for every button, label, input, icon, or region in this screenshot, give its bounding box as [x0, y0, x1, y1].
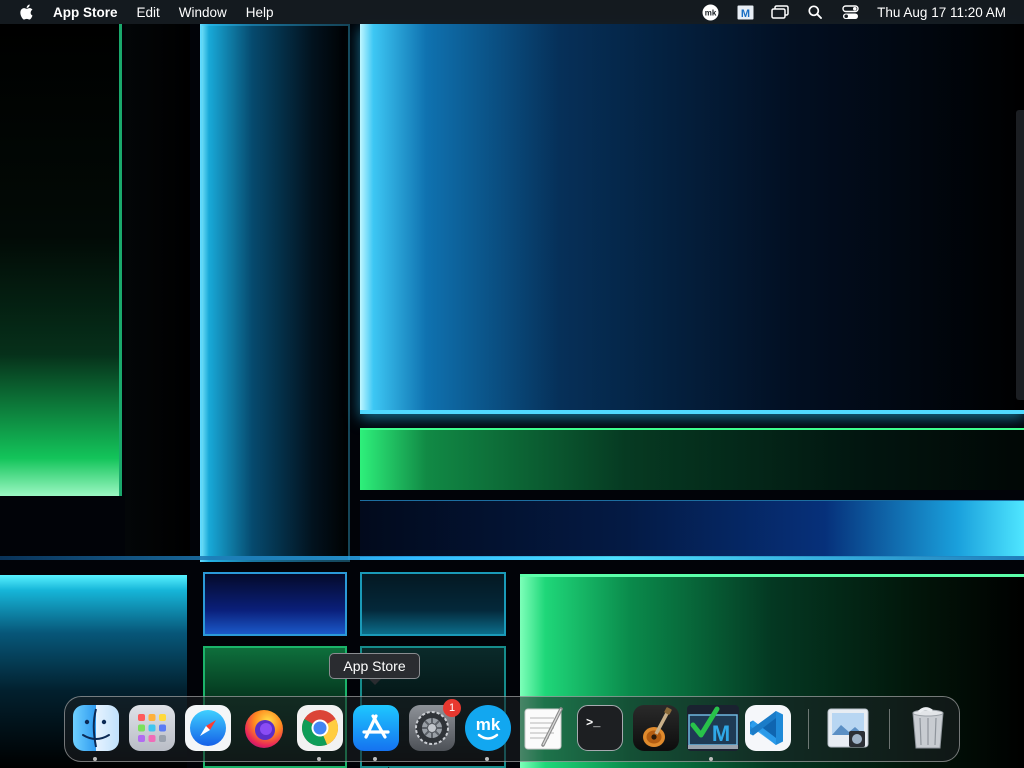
svg-text:>_: >_ [586, 716, 601, 730]
dock-item-app-store[interactable] [353, 705, 399, 751]
dock-item-vscode[interactable] [745, 705, 791, 751]
menu-bar-clock[interactable]: Thu Aug 17 11:20 AM [877, 5, 1006, 20]
running-indicator-mk [485, 757, 489, 761]
dock-separator [808, 709, 809, 749]
m-app-icon[interactable]: M [736, 3, 754, 21]
menu-edit[interactable]: Edit [137, 5, 160, 20]
launchpad-icon [129, 705, 175, 751]
dock-item-trash[interactable] [905, 705, 951, 751]
dock-item-launchpad[interactable] [129, 705, 175, 751]
mouse-pointer-icon [387, 761, 394, 768]
tooltip-text: App Store [343, 658, 406, 674]
mk-app-icon: mk [465, 705, 511, 751]
textedit-icon [521, 705, 567, 751]
menu-window[interactable]: Window [179, 5, 227, 20]
running-indicator-app-store [373, 757, 377, 761]
dock-item-garageband[interactable] [633, 705, 679, 751]
menu-help[interactable]: Help [246, 5, 274, 20]
finder-icon [73, 705, 119, 751]
running-indicator-chrome [317, 757, 321, 761]
dock-item-mk[interactable]: mk [465, 705, 511, 751]
running-indicator-checkmark-m [709, 757, 713, 761]
dock-item-finder[interactable] [73, 705, 119, 751]
window-switcher-icon[interactable] [771, 3, 789, 21]
svg-text:M: M [712, 721, 730, 746]
dock-item-firefox[interactable] [241, 705, 287, 751]
running-indicator-finder [93, 757, 97, 761]
spotlight-search-icon[interactable] [806, 3, 824, 21]
vscode-icon [745, 705, 791, 751]
dock-tooltip: App Store [329, 653, 420, 685]
dock-item-checkmark-m[interactable]: M [687, 705, 739, 751]
svg-text:M: M [741, 8, 750, 20]
control-center-icon[interactable] [841, 3, 859, 21]
dock-item-textedit[interactable] [521, 705, 567, 751]
apple-menu-icon[interactable] [19, 4, 35, 20]
dock-separator [889, 709, 890, 749]
chrome-icon [297, 705, 343, 751]
notification-badge: 1 [443, 699, 461, 717]
dock-item-terminal[interactable]: >_ [577, 705, 623, 751]
menu-bar: App Store Edit Window Help mk M Thu Aug … [0, 0, 1024, 24]
desktop-wallpaper [0, 0, 1024, 768]
svg-text:mk: mk [476, 715, 501, 734]
terminal-icon: >_ [577, 705, 623, 751]
dock-item-chrome[interactable] [297, 705, 343, 751]
safari-icon [185, 705, 231, 751]
garageband-icon [633, 705, 679, 751]
firefox-icon [241, 705, 287, 751]
svg-text:mk: mk [704, 8, 716, 17]
dock-item-safari[interactable] [185, 705, 231, 751]
app-name-menu[interactable]: App Store [53, 5, 118, 20]
app-store-icon [353, 705, 399, 751]
checkmark-m-icon: M [687, 705, 739, 751]
dock-item-system-settings[interactable]: 1 [409, 699, 461, 751]
dock-item-preview[interactable] [825, 705, 871, 751]
preview-icon [825, 705, 871, 751]
mk-icon[interactable]: mk [701, 3, 719, 21]
trash-icon [905, 705, 951, 751]
dock: 1 mk >_ M [64, 696, 960, 762]
